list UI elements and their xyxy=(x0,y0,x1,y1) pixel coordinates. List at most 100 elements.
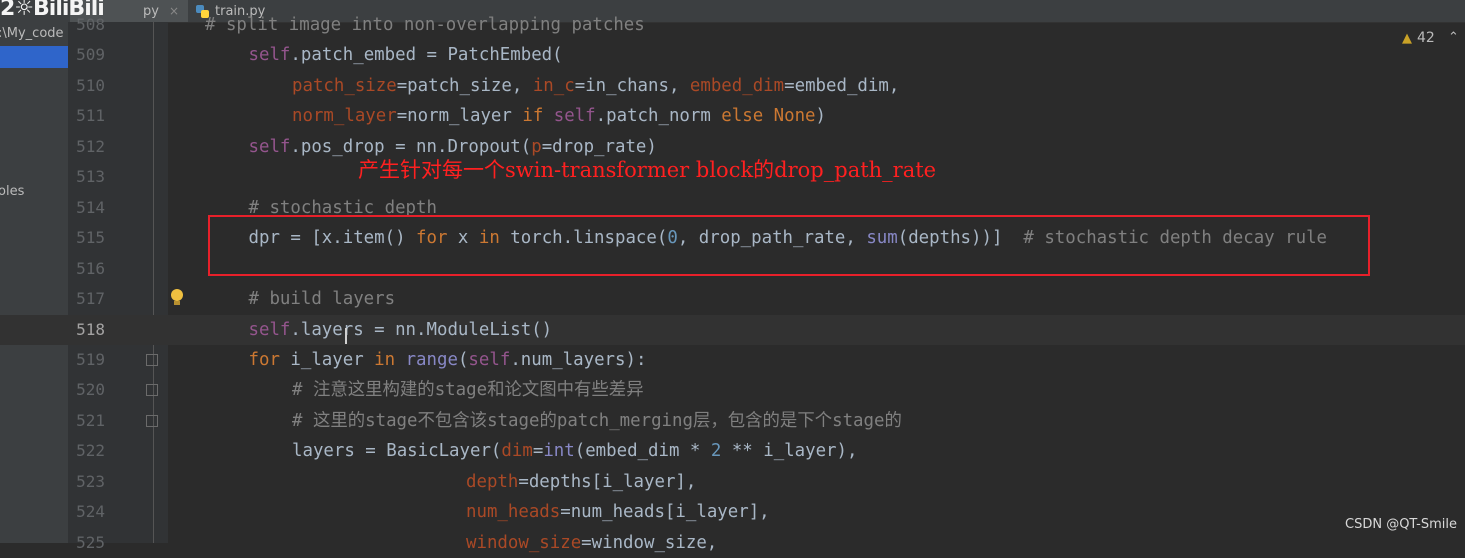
line-number: 524 xyxy=(76,502,105,522)
code-text: # 注意这里构建的stage和论文图中有些差异 xyxy=(292,375,644,405)
code-token: i_layer xyxy=(290,349,375,370)
code-token: 的 xyxy=(539,410,557,431)
code-token: depth xyxy=(466,471,519,492)
code-text: for i_layer in range(self.num_layers): xyxy=(249,345,647,375)
code-token: =embed_dim, xyxy=(784,75,900,96)
line-number: 518 xyxy=(76,319,105,339)
line-number: 514 xyxy=(76,197,105,217)
code-token: . xyxy=(290,45,301,66)
code-token: .layers = nn.ModuleList() xyxy=(290,319,553,340)
line-number: 512 xyxy=(76,136,105,156)
code-text: # split image into non-overlapping patch… xyxy=(205,10,645,40)
fold-marker-icon[interactable] xyxy=(146,384,158,397)
code-token: # xyxy=(292,410,313,431)
line-number: 520 xyxy=(76,380,105,400)
code-text: norm_layer=norm_layer if self.patch_norm… xyxy=(292,101,826,131)
text-cursor xyxy=(345,328,347,344)
annotation-text: 产生针对每一个swin-transformer block的drop_path_… xyxy=(358,158,937,182)
code-line[interactable]: 520 # 注意这里构建的stage和论文图中有些差异 xyxy=(0,375,1465,405)
code-line[interactable]: 509 self.patch_embed = PatchEmbed( xyxy=(0,40,1465,70)
code-text: patch_size=patch_size, in_c=in_chans, em… xyxy=(292,71,899,101)
code-token: # build layers xyxy=(248,289,396,310)
line-number: 515 xyxy=(76,228,105,248)
code-token: for xyxy=(248,349,291,370)
code-text: # build layers xyxy=(249,284,396,314)
fold-marker-icon[interactable] xyxy=(146,353,158,366)
code-token: 和论文图中有些差异 xyxy=(487,380,644,401)
code-token: stage xyxy=(832,410,885,431)
code-token: =depths[i_layer], xyxy=(518,471,697,492)
code-token: 层，包含的是下个 xyxy=(692,410,833,431)
code-token: =in_chans, xyxy=(574,75,690,96)
chevron-up-icon[interactable]: ⌃ xyxy=(1448,30,1459,45)
code-text: self.patch_embed = PatchEmbed( xyxy=(249,40,563,70)
code-token: stage xyxy=(365,410,418,431)
code-token: dim xyxy=(501,441,533,462)
line-number: 521 xyxy=(76,410,105,430)
code-token: self xyxy=(468,349,511,370)
fold-marker-icon[interactable] xyxy=(146,414,158,427)
line-number: 523 xyxy=(76,471,105,491)
code-token: # xyxy=(292,380,313,401)
code-token: patch_embed = PatchEmbed( xyxy=(300,45,563,66)
code-line[interactable]: 523 depth=depths[i_layer], xyxy=(0,467,1465,497)
warning-count: 42 xyxy=(1417,30,1435,46)
line-number: 511 xyxy=(76,106,105,126)
code-token: num_heads xyxy=(466,502,561,523)
code-token: ( xyxy=(457,349,469,370)
code-token: # split image into non-overlapping patch… xyxy=(205,15,645,35)
code-token: self xyxy=(248,319,291,340)
line-number: 516 xyxy=(76,258,105,278)
code-line[interactable]: 522 layers = BasicLayer(dim=int(embed_dim… xyxy=(0,436,1465,466)
line-number: 513 xyxy=(76,167,105,187)
bilibili-logo: 2☼BiliBili xyxy=(0,0,105,21)
code-token: layers = BasicLayer( xyxy=(292,441,502,462)
code-text: num_heads=num_heads[i_layer], xyxy=(466,497,770,527)
line-number: 509 xyxy=(76,45,105,65)
code-token: ) xyxy=(815,106,827,127)
code-token: .num_layers): xyxy=(510,349,647,370)
code-line[interactable]: 517 # build layers xyxy=(0,284,1465,314)
code-text: self.layers = nn.ModuleList() xyxy=(249,315,553,345)
code-token: norm_layer xyxy=(292,106,397,127)
code-token: 2 xyxy=(710,441,722,462)
code-token: in_c xyxy=(532,75,575,96)
code-token: =norm_layer xyxy=(396,106,523,127)
code-token: patch_merging xyxy=(556,410,693,431)
line-number: 519 xyxy=(76,349,105,369)
code-token: =num_heads[i_layer], xyxy=(560,502,770,523)
code-token: 注意这里构建的 xyxy=(312,380,435,401)
line-number: 522 xyxy=(76,441,105,461)
code-token: self xyxy=(553,106,596,127)
line-number: 510 xyxy=(76,75,105,95)
code-token: 不包含该 xyxy=(417,410,488,431)
warning-triangle-icon: ▲ xyxy=(1402,30,1412,46)
code-token: 这里的 xyxy=(312,410,366,431)
code-line[interactable]: 524 num_heads=num_heads[i_layer], xyxy=(0,497,1465,527)
code-token: stage xyxy=(487,410,540,431)
lightbulb-icon[interactable] xyxy=(170,289,184,309)
code-line[interactable]: 521 # 这里的stage不包含该stage的patch_merging层，包含… xyxy=(0,406,1465,436)
code-text: depth=depths[i_layer], xyxy=(466,467,696,497)
code-line[interactable]: 508 # split image into non-overlapping pa… xyxy=(0,10,1465,40)
code-token: embed_dim xyxy=(689,75,785,96)
code-line[interactable]: 511 norm_layer=norm_layer if self.patch_n… xyxy=(0,101,1465,131)
highlight-box xyxy=(208,215,1370,276)
inspection-widget[interactable]: ▲ 42 xyxy=(1402,30,1435,46)
watermark: CSDN @QT-Smile xyxy=(1345,517,1458,532)
code-line[interactable]: 519 for i_layer in range(self.num_layers)… xyxy=(0,345,1465,375)
code-token: self xyxy=(248,45,291,66)
code-token: ** i_layer), xyxy=(721,441,858,462)
code-token: if xyxy=(522,106,554,127)
code-token: self xyxy=(248,136,291,157)
code-token: else None xyxy=(721,106,816,127)
code-token: 的 xyxy=(884,410,902,431)
code-token: (embed_dim * xyxy=(574,441,711,462)
code-token: .patch_norm xyxy=(595,106,722,127)
code-token: = xyxy=(532,441,544,462)
code-editor[interactable]: 508 # split image into non-overlapping pa… xyxy=(0,15,1465,553)
code-line[interactable]: 518 self.layers = nn.ModuleList() xyxy=(0,314,1465,345)
code-line[interactable]: 510 patch_size=patch_size, in_c=in_chans,… xyxy=(0,71,1465,101)
code-text: layers = BasicLayer(dim=int(embed_dim * … xyxy=(292,436,857,466)
code-token: range xyxy=(405,349,458,370)
